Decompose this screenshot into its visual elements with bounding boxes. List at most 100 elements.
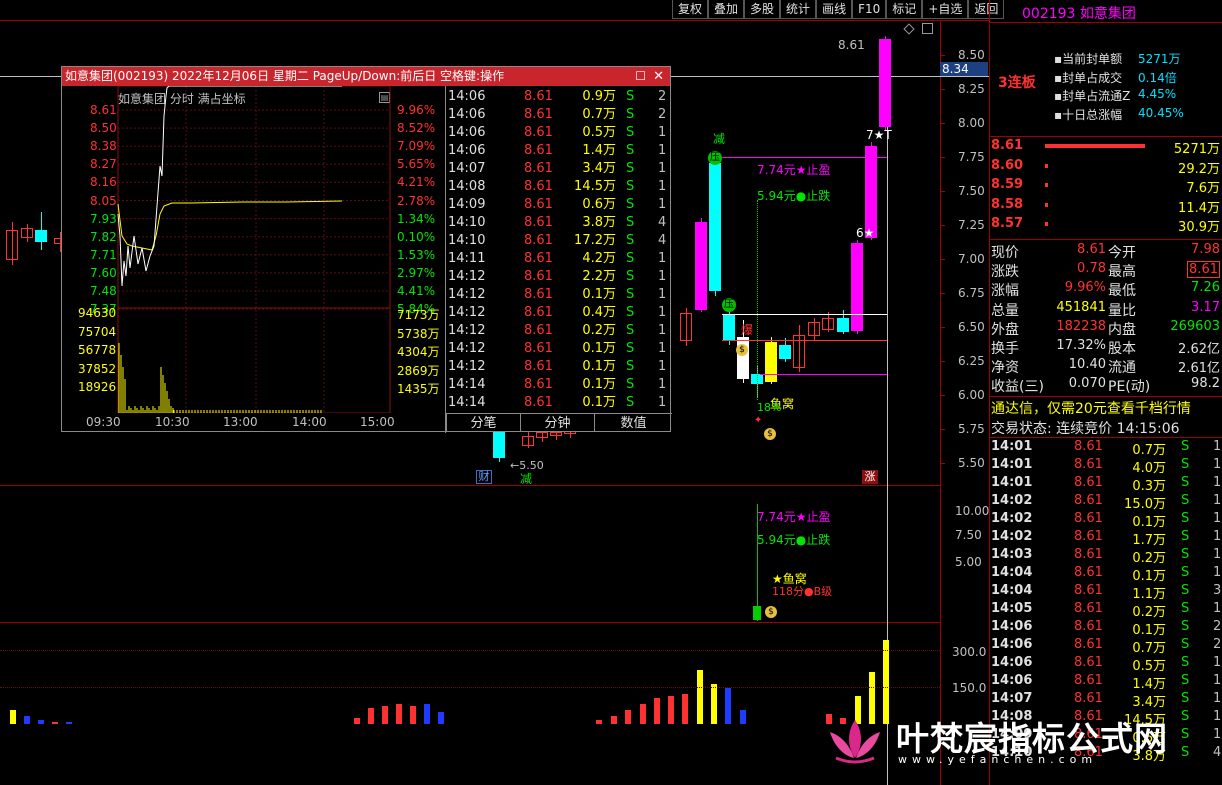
tick-count: 1 [658,377,667,392]
tick-vol: 1.1万 [1132,587,1166,602]
tick-price: 8.61 [524,377,553,392]
popup-tick-row: 14:14 8.61 0.1万 S 1 [446,394,672,412]
popup-tick-row: 14:12 8.61 2.2万 S 1 [446,268,672,286]
toolbar-button-2[interactable]: 多股 [744,0,781,19]
tick-count: 1 [1213,475,1222,490]
tick-price: 8.61 [524,323,553,338]
tick-time: 14:01 [991,439,1033,454]
price-axis-tick [940,361,945,362]
toolbar-button-0[interactable]: 复权 [672,0,709,19]
toolbar-button-5[interactable]: F10 [852,0,887,19]
quote-value: 10.40 [1068,357,1106,373]
volume-bar [438,712,444,724]
tick-side: S [626,323,635,338]
tick-count: 2 [658,89,667,104]
toolbar-button-6[interactable]: 标记 [886,0,923,19]
tick-vol: 0.4万 [582,305,616,320]
quote-label: 换手 [991,341,1019,357]
price-axis-tick [940,191,945,192]
tick-price: 8.61 [1074,565,1103,580]
tick-vol: 0.1万 [1132,569,1166,584]
tick-vol: 0.9万 [582,89,616,104]
intraday-chart[interactable] [62,86,446,413]
quote-value: 0.78 [1077,261,1106,277]
tick-side: S [1181,619,1190,634]
quote-value: 8.61 [1077,242,1106,257]
tick-count: 4 [658,215,667,230]
popup-tab-1[interactable]: 分钟 [520,413,594,432]
volume-bar [869,672,875,724]
sub-take-profit: 7.74元★止盈 [757,510,831,524]
tick-count: 1 [1213,439,1222,454]
tick-time: 14:12 [448,305,486,320]
toolbar: 复权 叠加 多股 统计 画线 F10 标记 +自选 返回 [672,0,1005,19]
candle [522,436,534,446]
quote-label: 最低 [1108,283,1136,300]
tick-vol: 2.2万 [582,269,616,284]
popup-tick-row: 14:12 8.61 0.4万 S 1 [446,304,672,322]
toolbar-button-3[interactable]: 统计 [780,0,817,19]
popup-tick-row: 14:14 8.61 0.1万 S 1 [446,376,672,394]
tick-price: 8.61 [1074,619,1103,634]
tick-time: 14:10 [448,233,486,248]
intraday-pct-label: 2.97% [397,265,436,280]
tick-price: 8.61 [524,233,553,248]
tick-count: 1 [1213,655,1222,670]
intraday-pct-label: 8.52% [397,121,436,136]
toolbar-button-1[interactable]: 叠加 [708,0,745,19]
tick-vol: 0.7万 [1132,443,1166,458]
bid-vol: 7.6万 [1186,181,1220,196]
close-icon[interactable]: ✕ [653,67,664,86]
volume-bar [396,704,402,724]
tick-count: 1 [658,323,667,338]
tick-count: 1 [1213,601,1222,616]
volume-bar [682,694,688,724]
tick-side: S [1181,475,1190,490]
popup-tab-2[interactable]: 数值 [594,413,672,432]
tick-side: S [626,287,635,302]
quote-label: 外盘 [991,321,1019,338]
quote-value: 2.62亿 [1178,342,1220,357]
promo-link[interactable]: 通达信，仅需20元查看千档行情 [991,398,1191,418]
intraday-popup[interactable]: 如意集团(002193) 2022年12月06日 星期二 PageUp/Down… [61,66,672,433]
price-axis-label: 6.50 [958,320,985,334]
intraday-pct-label: 1.34% [397,211,436,226]
bid-price: 8.58 [991,196,1024,212]
intraday-amt-label: 4304万 [397,345,440,359]
tick-count: 1 [658,359,667,374]
price-axis-label: 8.00 [958,116,985,130]
popup-tab-0[interactable]: 分笔 [446,413,520,432]
tick-price: 8.61 [1074,673,1103,688]
board-count: 3连板 [998,75,1036,91]
window-icon[interactable] [922,23,933,34]
tick-side: S [626,377,635,392]
tick-count: 4 [658,233,667,248]
tick-side: S [1181,601,1190,616]
tick-side: S [1181,709,1190,724]
tick-side: S [1181,673,1190,688]
maximize-icon[interactable]: ☐ [635,67,646,86]
toolbar-button-7[interactable]: +自选 [922,0,969,19]
volume-bar [840,718,846,724]
intraday-price-label: 8.27 [90,157,117,172]
intraday-time-label: 09:30 [86,415,121,429]
tick-count: 2 [1213,619,1222,634]
tick-vol: 0.6万 [1132,731,1166,746]
tick-vol: 15.0万 [1124,497,1166,512]
intraday-vol-label: 56778 [78,343,117,357]
quote-value: 2.61亿 [1178,361,1220,377]
tick-time: 14:04 [991,565,1033,580]
toolbar-button-4[interactable]: 画线 [816,0,853,19]
diamond-icon[interactable] [903,23,915,35]
tick-count: 1 [658,161,667,176]
tick-count: 1 [658,251,667,266]
popup-title-bar[interactable]: 如意集团(002193) 2022年12月06日 星期二 PageUp/Down… [62,67,670,86]
seal-label: ▪封单占流通Z [1054,89,1131,103]
resist-line [722,340,887,341]
tick-time: 14:06 [991,655,1033,670]
bid-price: 8.59 [991,177,1024,192]
tick-time: 14:02 [991,529,1033,544]
intraday-pct-label: 7.09% [397,139,436,154]
price-axis-label: 5.75 [958,422,985,436]
quote-value: 7.26 [1191,280,1220,296]
